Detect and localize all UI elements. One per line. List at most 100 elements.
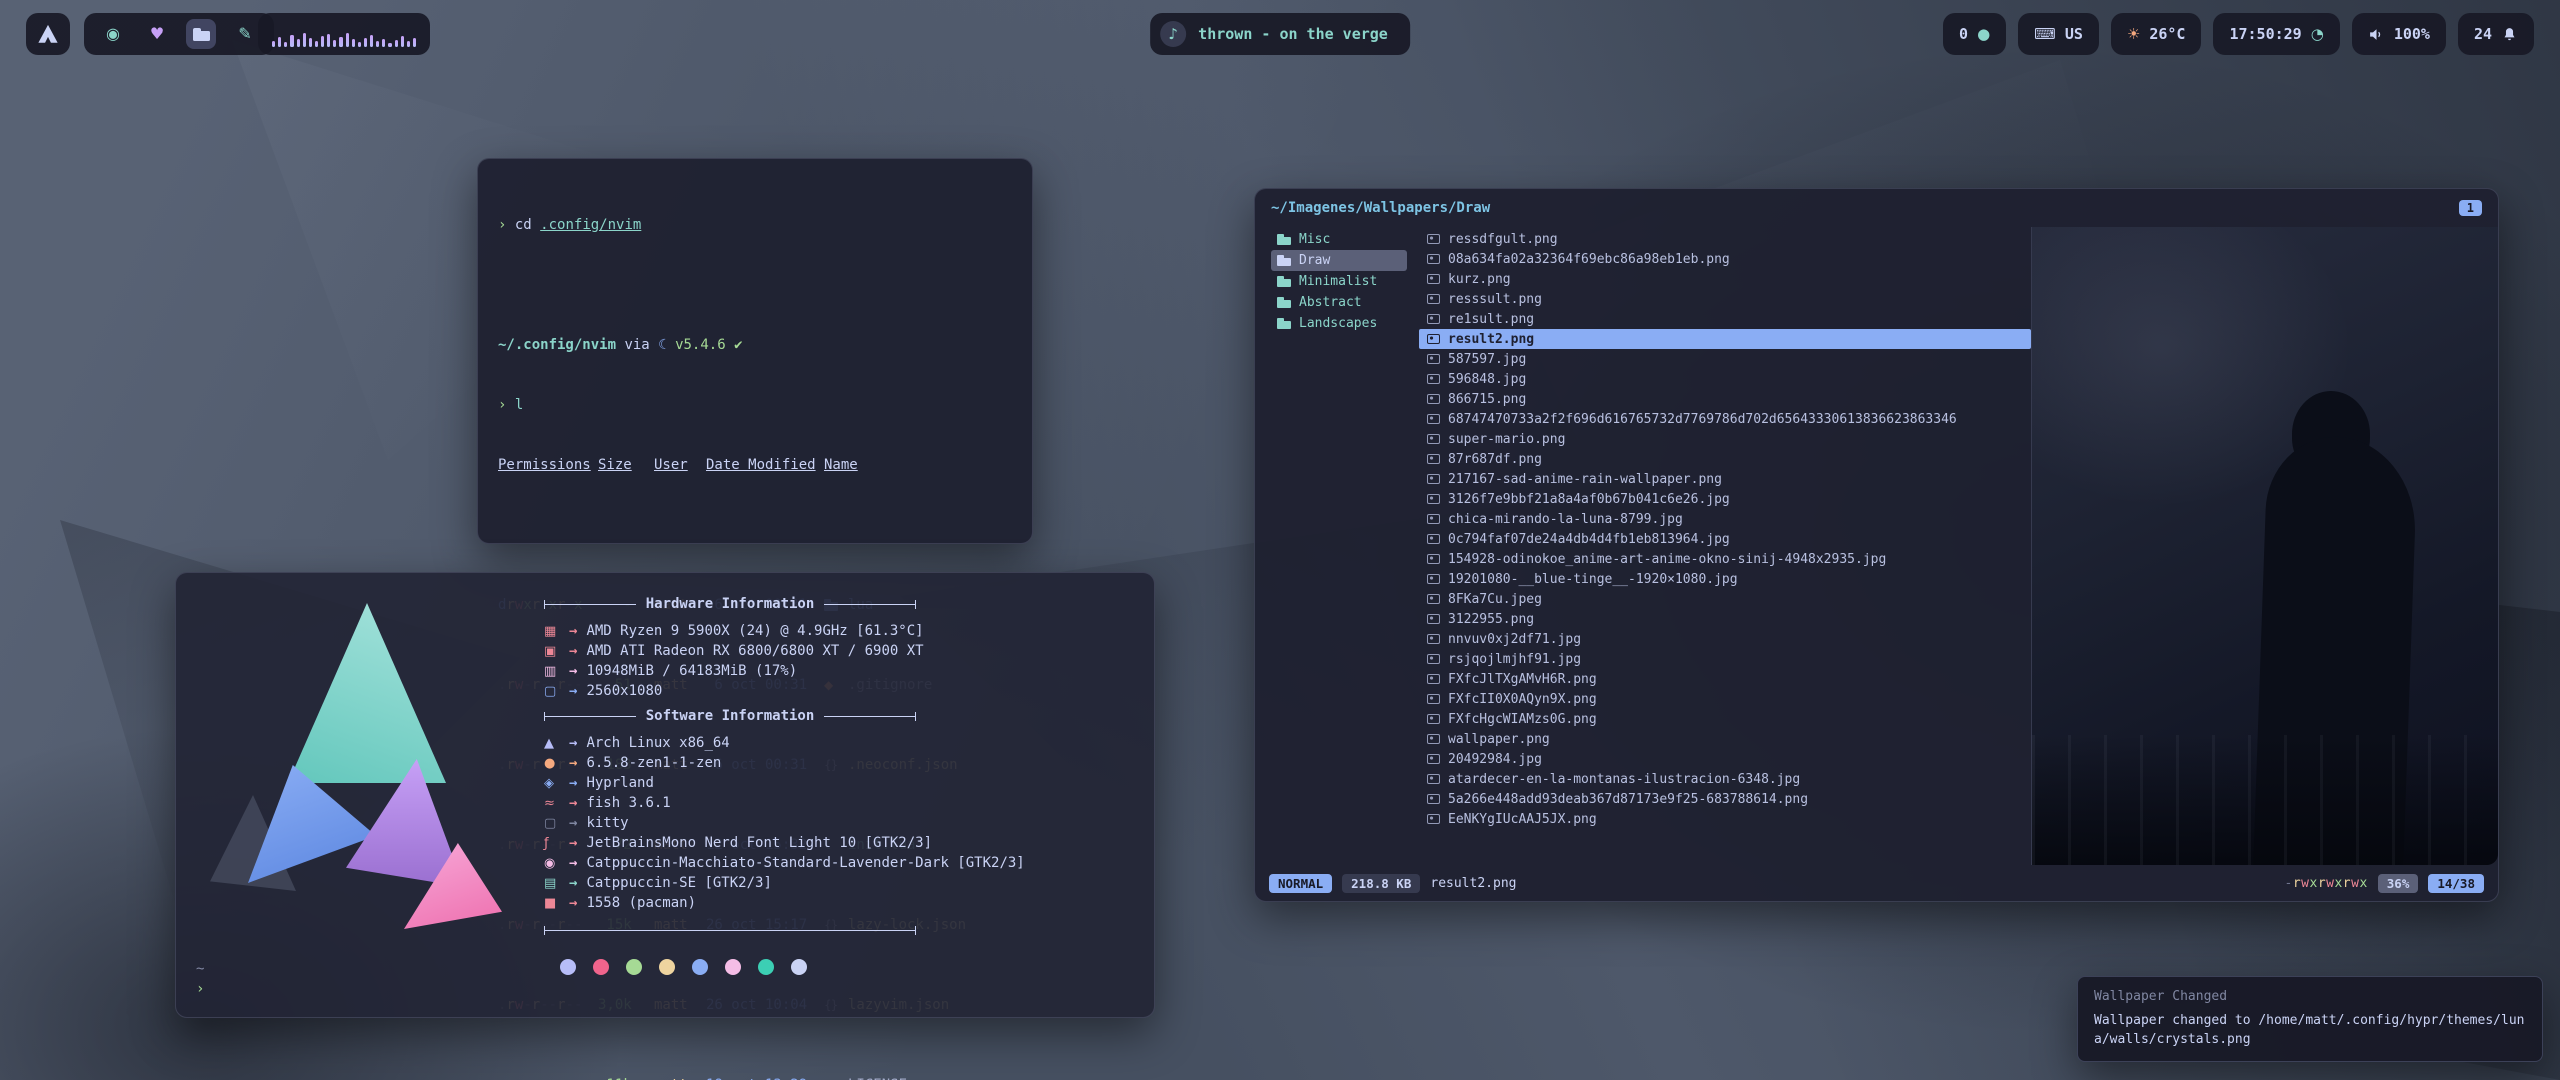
image-file-icon <box>1427 514 1440 524</box>
directory-row[interactable]: Misc <box>1271 229 1407 250</box>
image-file-icon <box>1427 674 1440 684</box>
file-row[interactable]: rsjqojlmjhf91.jpg <box>1419 649 2031 669</box>
terminal-line-command: › l <box>498 395 1012 415</box>
file-manager-window[interactable]: ~/Imagenes/Wallpapers/Draw 1 Misc Draw <box>1254 188 2499 902</box>
user-cell: matt <box>654 1075 694 1080</box>
file-row[interactable]: super-mario.png <box>1419 429 2031 449</box>
file-table-header: Permissions Size User Date Modified Name <box>498 455 1012 475</box>
file-name: 596848.jpg <box>1448 372 1526 387</box>
file-row[interactable]: 596848.jpg <box>1419 369 2031 389</box>
image-file-icon <box>1427 434 1440 444</box>
info-text: 10948MiB / 64183MiB (17%) <box>586 663 797 679</box>
volume-module[interactable]: 100% <box>2352 13 2446 55</box>
file-name: FXfcHgcWIAMzs0G.png <box>1448 712 1597 727</box>
via-label: via <box>624 337 649 353</box>
workspace-button[interactable] <box>186 19 216 49</box>
file-row[interactable]: wallpaper.png <box>1419 729 2031 749</box>
keyboard-layout-module[interactable]: ⌨ US <box>2018 13 2099 55</box>
info-text: 2560x1080 <box>586 683 662 699</box>
file-row[interactable]: 587597.jpg <box>1419 349 2031 369</box>
workspace-button[interactable]: ✎ <box>230 19 260 49</box>
scroll-percent-badge: 36% <box>2378 874 2419 893</box>
mode-badge: NORMAL <box>1269 874 1332 893</box>
file-row[interactable]: 0c794faf07de24a4db4d4fb1eb813964.jpg <box>1419 529 2031 549</box>
file-row[interactable]: atardecer-en-la-montanas-ilustracion-634… <box>1419 769 2031 789</box>
info-text: Hyprland <box>586 775 653 791</box>
workspaces: ◉ ♥ ✎ <box>84 13 274 55</box>
info-text: AMD Ryzen 9 5900X (24) @ 4.9GHz [61.3°C] <box>586 623 923 639</box>
file-row[interactable]: 3122955.png <box>1419 609 2031 629</box>
file-row[interactable]: ressdfgult.png <box>1419 229 2031 249</box>
cwd: ~/.config/nvim <box>498 337 616 353</box>
file-row[interactable]: FXfcII0X0AQyn9X.png <box>1419 689 2031 709</box>
terminal-window[interactable]: › cd .config/nvim ~/.config/nvim via ☾ v… <box>477 158 1033 544</box>
file-row[interactable]: re1sult.png <box>1419 309 2031 329</box>
file-row[interactable]: 20492984.jpg <box>1419 749 2031 769</box>
permissions-cell: .rw-r--r-- <box>498 1075 586 1080</box>
directory-row[interactable]: Landscapes <box>1271 313 1407 334</box>
info-line: ▦ AMD Ryzen 9 5900X (24) @ 4.9GHz [61.3°… <box>544 621 1128 641</box>
visualizer-bar <box>346 33 349 47</box>
file-row[interactable]: FXfcJlTXgAMvH6R.png <box>1419 669 2031 689</box>
directory-name: Draw <box>1299 253 1330 268</box>
image-preview <box>2032 227 2498 865</box>
palette-dot <box>593 959 609 975</box>
info-line: ▲ Arch Linux x86_64 <box>544 733 1128 753</box>
launcher-button[interactable] <box>26 13 70 55</box>
file-row[interactable]: 19201080-__blue-tinge__-1920×1080.jpg <box>1419 569 2031 589</box>
file-row[interactable]: nnvuv0xj2df71.jpg <box>1419 629 2031 649</box>
file-row[interactable]: 154928-odinokoe_anime-art-anime-okno-sin… <box>1419 549 2031 569</box>
file-row[interactable]: 87r687df.png <box>1419 449 2031 469</box>
info-line: ƒ JetBrainsMono Nerd Font Light 10 [GTK2… <box>544 833 1128 853</box>
file-row[interactable]: FXfcHgcWIAMzs0G.png <box>1419 709 2031 729</box>
notification-popup[interactable]: Wallpaper Changed Wallpaper changed to /… <box>2077 976 2543 1062</box>
image-file-icon <box>1427 754 1440 764</box>
info-icon: ▢ <box>544 816 560 831</box>
name-cell: LICENSE <box>824 1075 1012 1080</box>
file-row[interactable]: 5a266e448add93deab367d87173e9f25-6837886… <box>1419 789 2031 809</box>
clock-module[interactable]: 17:50:29 ◔ <box>2213 13 2339 55</box>
file-row[interactable]: 217167-sad-anime-rain-wallpaper.png <box>1419 469 2031 489</box>
file-name: 587597.jpg <box>1448 352 1526 367</box>
file-name: 19201080-__blue-tinge__-1920×1080.jpg <box>1448 572 1738 587</box>
directory-row[interactable]: Minimalist <box>1271 271 1407 292</box>
status-bar: NORMAL 218.8 KB result2.png -rwxrwxrwx 3… <box>1255 865 2498 901</box>
image-file-icon <box>1427 274 1440 284</box>
fetch-terminal-window[interactable]: Hardware Information ▦ AMD Ryzen 9 5900X… <box>175 572 1155 1018</box>
image-file-icon <box>1427 414 1440 424</box>
workspace-button[interactable]: ◉ <box>98 19 128 49</box>
directory-row[interactable]: Draw <box>1271 250 1407 271</box>
file-row[interactable]: 68747470733a2f2f696d616765732d7769786d70… <box>1419 409 2031 429</box>
notification-body: Wallpaper changed to /home/matt/.config/… <box>2094 1011 2526 1049</box>
file-row[interactable]: chica-mirando-la-luna-8799.jpg <box>1419 509 2031 529</box>
file-row[interactable]: resssult.png <box>1419 289 2031 309</box>
workspace-button[interactable]: ♥ <box>142 19 172 49</box>
info-icon: ▲ <box>544 736 560 751</box>
image-file-icon <box>1427 614 1440 624</box>
prompt-icon: › <box>498 397 506 413</box>
music-player-widget[interactable]: ♪ thrown - on the verge <box>1150 13 1410 55</box>
visualizer-bar <box>407 41 410 47</box>
palette-dot <box>560 959 576 975</box>
file-row[interactable]: kurz.png <box>1419 269 2031 289</box>
directory-row[interactable]: Abstract <box>1271 292 1407 313</box>
file-manager-header: ~/Imagenes/Wallpapers/Draw 1 <box>1255 189 2498 227</box>
breadcrumb-path[interactable]: ~/Imagenes/Wallpapers/Draw <box>1271 200 1490 216</box>
file-manager-body: Misc Draw Minimalist Abstract <box>1255 227 2498 865</box>
file-row[interactable]: 08a634fa02a32364f69ebc86a98eb1eb.png <box>1419 249 2031 269</box>
file-row[interactable]: result2.png <box>1419 329 2031 349</box>
tab-badge[interactable]: 1 <box>2459 200 2482 216</box>
file-row[interactable]: 8FKa7Cu.jpeg <box>1419 589 2031 609</box>
updates-module[interactable]: 0 ● <box>1943 13 2006 55</box>
file-row[interactable]: 3126f7e9bbf21a8a4af0b67b041c6e26.jpg <box>1419 489 2031 509</box>
arrow-icon <box>569 795 577 811</box>
file-row[interactable]: EeNKYgIUcAAJ5JX.png <box>1419 809 2031 829</box>
notifications-module[interactable]: 24 <box>2458 13 2534 55</box>
file-row[interactable]: 866715.png <box>1419 389 2031 409</box>
fetch-prompt[interactable]: ~ › <box>196 959 213 999</box>
workspace-icon: ✎ <box>238 26 251 42</box>
temperature-module[interactable]: ☀ 26°C <box>2111 13 2202 55</box>
info-icon: ▥ <box>544 664 560 679</box>
desktop: ◉ ♥ ✎ ♪ thrown - on the verge 0 ● <box>0 0 2560 1080</box>
image-file-icon <box>1427 734 1440 744</box>
